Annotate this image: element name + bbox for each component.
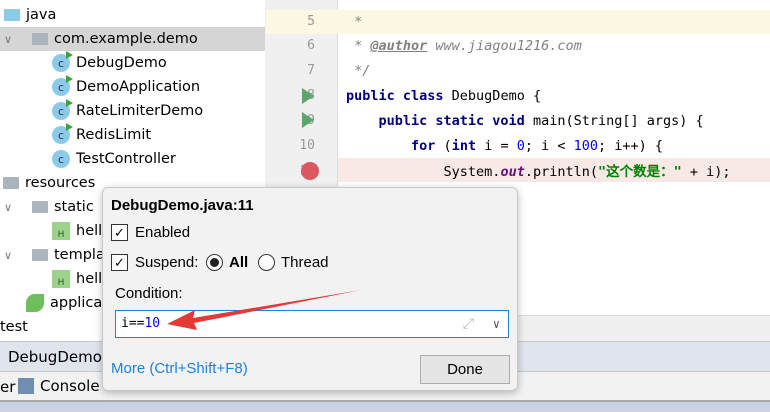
tree-item-resources[interactable]: resources <box>3 171 95 195</box>
suspend-all-radio[interactable]: All <box>206 254 248 271</box>
class-icon: c <box>52 123 73 144</box>
condition-number: 10 <box>144 316 161 331</box>
code-comment: * <box>346 14 363 30</box>
code-text: .println( <box>524 164 598 180</box>
suspend-thread-radio[interactable]: Thread <box>258 254 329 271</box>
checkmark-icon: ✓ <box>111 254 128 271</box>
html-file-icon: H <box>52 270 70 288</box>
line-number: 7 <box>307 63 315 78</box>
chevron-down-icon[interactable]: ∨ <box>4 33 18 46</box>
tree-item-java[interactable]: java <box>4 3 56 27</box>
code-text: + i); <box>681 164 731 180</box>
tree-label: DebugDemo <box>76 55 167 71</box>
condition-expression: i== <box>121 316 145 331</box>
run-class-icon[interactable] <box>302 88 314 104</box>
code-text: DebugDemo { <box>451 88 542 104</box>
enabled-checkbox[interactable]: ✓ Enabled <box>111 224 190 241</box>
run-tab-debugdemo[interactable]: DebugDemo <box>8 348 102 366</box>
code-text: ( <box>443 138 452 154</box>
tree-label: test <box>0 319 28 335</box>
line-number: 5 <box>307 14 315 29</box>
suspend-checkbox[interactable]: ✓ Suspend: <box>111 254 198 271</box>
radio-unselected-icon <box>258 254 275 271</box>
tree-item-test[interactable]: test <box>0 315 28 339</box>
suspend-label: Suspend: <box>135 254 199 271</box>
tree-label: DemoApplication <box>76 79 201 95</box>
code-text: i = <box>484 138 517 154</box>
tree-item-redislimit[interactable]: c RedisLimit <box>52 123 151 147</box>
enabled-label: Enabled <box>135 224 191 241</box>
code-annotation: @author <box>370 38 428 54</box>
class-icon: c <box>52 99 73 120</box>
package-icon <box>32 33 48 45</box>
code-text: main(String[] args) { <box>532 113 704 129</box>
chevron-down-icon[interactable]: ∨ <box>4 201 18 214</box>
tree-label: RedisLimit <box>76 127 152 143</box>
console-tab[interactable]: Console <box>40 377 100 395</box>
code-keyword: int <box>451 138 485 154</box>
annotation-arrow <box>167 290 361 330</box>
folder-icon <box>32 201 48 213</box>
resources-folder-icon <box>3 177 19 189</box>
all-label: All <box>229 254 249 271</box>
checkmark-icon: ✓ <box>111 224 128 241</box>
more-link[interactable]: More (Ctrl+Shift+F8) <box>111 360 248 377</box>
class-icon: c <box>52 150 70 168</box>
code-number: 0 <box>516 138 525 154</box>
folder-icon <box>32 249 48 261</box>
tree-item-testcontroller[interactable]: c TestController <box>52 147 176 171</box>
chevron-down-icon[interactable]: ∨ <box>4 249 18 262</box>
tree-label: com.example.demo <box>54 31 198 47</box>
breakpoint-properties-popup: DebugDemo.java:11 ✓ Enabled ✓ Suspend: All… <box>102 187 518 391</box>
tree-label: resources <box>25 175 96 191</box>
class-icon: c <box>52 51 73 72</box>
tree-item-application[interactable]: applicat <box>26 291 108 315</box>
tree-label: TestController <box>76 151 176 167</box>
spring-class-icon: c <box>52 75 73 96</box>
thread-label: Thread <box>281 254 329 271</box>
tree-label: static <box>54 199 94 215</box>
spring-config-icon <box>26 294 44 312</box>
debugger-tab[interactable]: er <box>0 378 15 396</box>
caret-line-highlight <box>266 10 770 34</box>
code-keyword: for <box>346 138 444 154</box>
expand-icon[interactable]: ⤢ <box>463 311 474 337</box>
code-field: out <box>500 164 525 180</box>
code-string: "这个数是：" <box>597 164 682 180</box>
tree-item-package[interactable]: ∨ com.example.demo <box>0 27 265 51</box>
code-comment: www.jiagou1216.com <box>427 38 582 54</box>
chevron-down-icon[interactable]: ∨ <box>493 311 500 337</box>
code-text: ; i++) { <box>598 138 664 154</box>
tree-item-demoapplication[interactable]: c DemoApplication <box>52 75 200 99</box>
code-comment: */ <box>346 63 371 79</box>
folder-icon <box>4 9 20 21</box>
popup-title: DebugDemo.java:11 <box>111 197 254 214</box>
code-text: ; i < <box>524 138 574 154</box>
tree-label: applicat <box>50 295 108 311</box>
console-icon <box>18 378 34 394</box>
tree-item-templates[interactable]: ∨ templat <box>4 243 111 267</box>
tree-label: RateLimiterDemo <box>76 103 204 119</box>
tree-label: java <box>26 7 57 23</box>
code-number: 100 <box>573 138 599 154</box>
code-keyword: public static void <box>346 113 533 129</box>
html-file-icon: H <box>52 222 70 240</box>
breakpoint-icon[interactable] <box>301 162 319 180</box>
tree-item-static[interactable]: ∨ static <box>4 195 94 219</box>
line-number: 10 <box>299 138 315 153</box>
code-keyword: public class <box>346 88 452 104</box>
code-text: System. <box>346 164 501 180</box>
done-button[interactable]: Done <box>420 355 510 384</box>
status-strip <box>0 402 770 412</box>
run-main-icon[interactable] <box>302 112 314 128</box>
tree-item-ratelimiterdemo[interactable]: c RateLimiterDemo <box>52 99 203 123</box>
code-comment: * <box>346 38 371 54</box>
tree-item-debugdemo[interactable]: c DebugDemo <box>52 51 167 75</box>
line-number: 6 <box>307 38 315 53</box>
radio-selected-icon <box>206 254 223 271</box>
